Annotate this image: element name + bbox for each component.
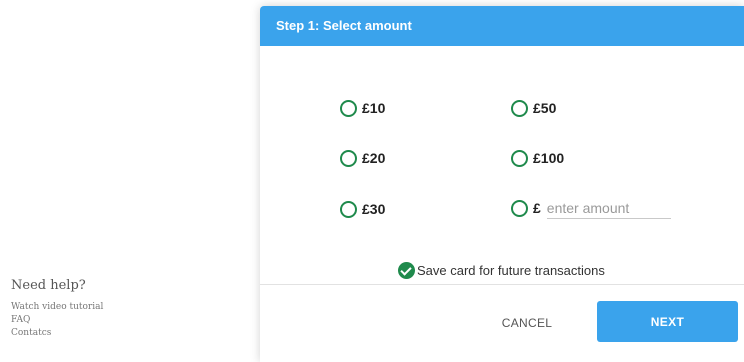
help-title: Need help? xyxy=(11,278,86,293)
faq-link[interactable]: FAQ xyxy=(11,314,103,327)
radio-circle-icon[interactable] xyxy=(511,199,528,217)
option-custom-amount[interactable]: £ xyxy=(511,197,671,219)
save-card-toggle[interactable]: Save card for future transactions xyxy=(398,262,605,279)
card-header: Step 1: Select amount xyxy=(260,6,744,46)
option-label: £20 xyxy=(362,150,386,166)
card-title: Step 1: Select amount xyxy=(276,18,412,33)
help-section: Need help? Watch video tutorial FAQ Cont… xyxy=(11,278,103,340)
next-button[interactable]: NEXT xyxy=(597,301,738,342)
option-label: £10 xyxy=(362,100,386,116)
save-card-label: Save card for future transactions xyxy=(417,263,605,278)
custom-amount-input[interactable] xyxy=(546,197,671,219)
contacts-link[interactable]: Contatcs xyxy=(11,327,103,340)
option-20[interactable]: £20 xyxy=(340,148,385,168)
radio-circle-icon[interactable] xyxy=(511,149,528,167)
option-100[interactable]: £100 xyxy=(511,148,564,168)
check-circle-icon[interactable] xyxy=(398,262,415,279)
cancel-button[interactable]: CANCEL xyxy=(482,308,572,338)
option-label: £100 xyxy=(533,150,565,166)
radio-circle-icon[interactable] xyxy=(340,200,357,218)
radio-circle-icon[interactable] xyxy=(340,149,357,167)
currency-prefix: £ xyxy=(533,200,541,216)
watch-video-tutorial-link[interactable]: Watch video tutorial xyxy=(11,301,103,314)
option-10[interactable]: £10 xyxy=(340,98,385,118)
radio-circle-icon[interactable] xyxy=(511,99,528,117)
radio-circle-icon[interactable] xyxy=(340,99,357,117)
divider xyxy=(260,284,744,285)
option-label: £30 xyxy=(362,201,386,217)
select-amount-card: Step 1: Select amount £10 £20 £30 £50 £1… xyxy=(260,6,744,362)
option-30[interactable]: £30 xyxy=(340,199,385,219)
option-label: £50 xyxy=(533,100,557,116)
option-50[interactable]: £50 xyxy=(511,98,556,118)
